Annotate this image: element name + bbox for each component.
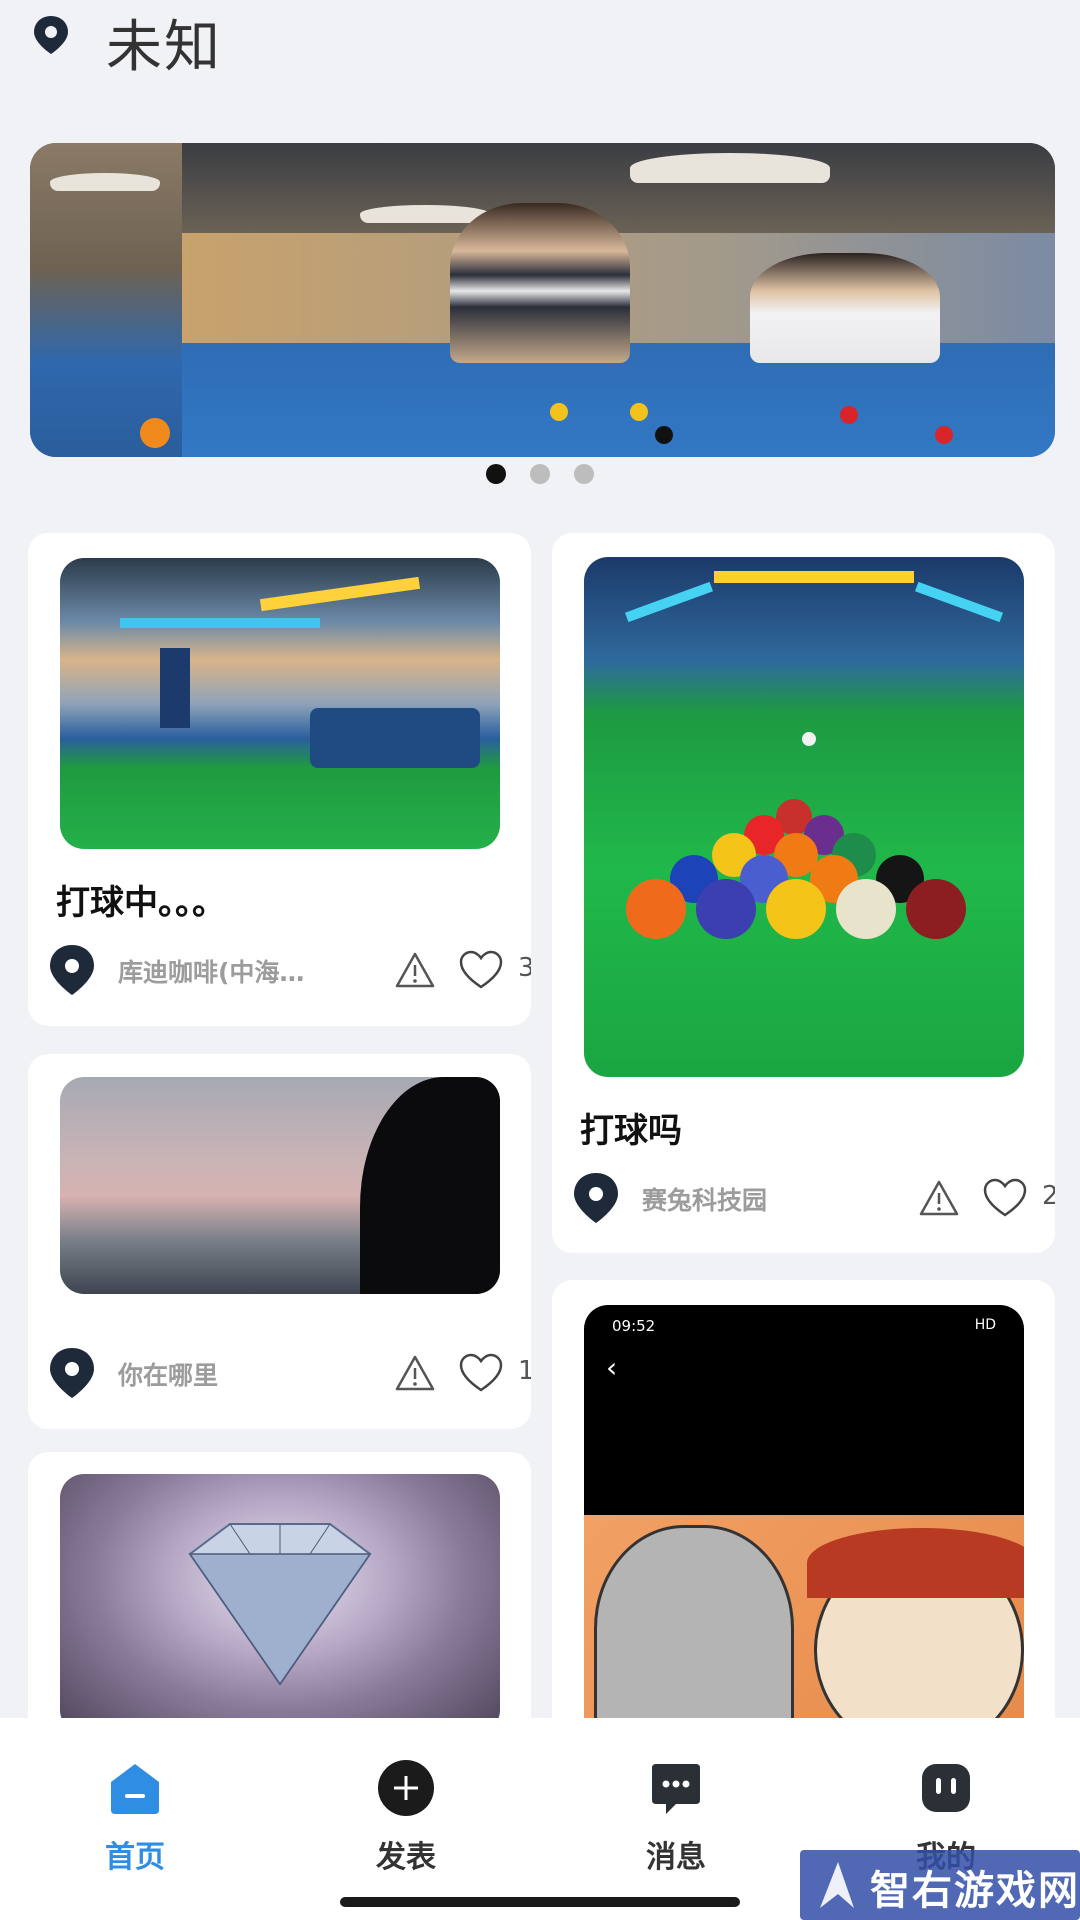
banner-person [450,203,630,363]
banner-ball [140,418,170,448]
ball-rack [626,799,966,939]
ceiling-light [625,581,713,623]
report-icon[interactable] [918,1179,960,1217]
banner-carousel[interactable] [30,143,1055,457]
report-icon[interactable] [394,1354,436,1392]
banner-ball [655,426,673,444]
like-heart-icon[interactable] [458,949,504,991]
nav-label: 发表 [376,1840,436,1875]
watermark: 智右游戏网 [800,1850,1080,1920]
window-frame [360,1077,500,1294]
post-meta: 你在哪里 1 [46,1346,531,1400]
like-count: 1 [518,1356,531,1386]
nav-home[interactable]: 首页 [75,1758,195,1876]
like-heart-icon[interactable] [982,1177,1028,1219]
carousel-dot[interactable] [574,464,594,484]
meme-hair [807,1528,1024,1598]
watermark-text: 智右游戏网 [870,1868,1080,1914]
post-image[interactable] [584,557,1024,1077]
post-title: 打球吗 [580,1111,682,1151]
banner-ball [840,406,858,424]
vending-machine [160,648,190,728]
nav-messages[interactable]: 消息 [616,1758,736,1876]
nav-label: 消息 [646,1840,706,1875]
post-meta: 赛兔科技园 2 [570,1171,1055,1225]
ceiling-light [915,581,1003,623]
like-heart-icon[interactable] [458,1352,504,1394]
location-pin-icon [50,1348,94,1398]
post-card[interactable] [28,1452,531,1752]
like-count: 2 [1042,1181,1055,1211]
banner-ceiling [182,143,1055,233]
home-indicator[interactable] [340,1897,740,1907]
sofa [310,708,480,768]
meme-face-left [594,1525,794,1745]
carousel-dot[interactable] [530,464,550,484]
post-card[interactable]: 09:52 HD ‹ [552,1280,1055,1750]
post-location: 你在哪里 [118,1361,219,1390]
location-pin-icon [50,945,94,995]
nav-label: 首页 [105,1840,165,1875]
post-card[interactable]: 你在哪里 1 [28,1054,531,1429]
report-icon[interactable] [394,951,436,989]
back-arrow-icon: ‹ [606,1351,618,1384]
header: 未知 [0,0,1080,110]
meme-image [584,1515,1024,1745]
banner-lamp [360,205,490,223]
phone-status: HD [974,1317,996,1333]
post-card[interactable]: 打球中。。。 库迪咖啡(中海… 3 [28,533,531,1026]
nav-post[interactable]: 发表 [346,1758,466,1876]
meme-face-right [807,1528,1024,1745]
like-count: 3 [518,953,531,983]
post-location: 赛兔科技园 [642,1186,768,1215]
plus-circle-icon [378,1760,434,1816]
banner-lamp [50,173,160,191]
post-image[interactable] [60,558,500,849]
post-location: 库迪咖啡(中海… [118,958,305,987]
ceiling-light [714,571,914,583]
banner-ball [630,403,648,421]
post-card[interactable]: 打球吗 赛兔科技园 2 [552,533,1055,1253]
banner-ball [935,426,953,444]
carousel-dot[interactable] [486,464,506,484]
watermark-logo-icon [820,1862,854,1908]
message-icon [652,1764,700,1814]
home-icon [111,1764,159,1814]
phone-time: 09:52 [612,1317,656,1335]
diamond-graphic [188,1523,372,1686]
carousel-dots [0,464,1080,486]
post-meta: 库迪咖啡(中海… 3 [46,943,531,997]
ceiling-light [259,576,421,612]
post-image[interactable] [60,1077,500,1294]
post-title: 打球中。。。 [56,883,226,923]
location-pin-icon [574,1173,618,1223]
post-image[interactable]: 09:52 HD ‹ [584,1305,1024,1745]
banner-ball [550,403,568,421]
ceiling-light [120,618,320,628]
banner-person [750,253,940,363]
banner-lamp [630,153,830,183]
post-image[interactable] [60,1474,500,1734]
cue-ball [802,732,816,746]
profile-icon [922,1764,970,1812]
location-pin-icon[interactable] [30,14,72,56]
page-title: 未知 [106,15,222,80]
